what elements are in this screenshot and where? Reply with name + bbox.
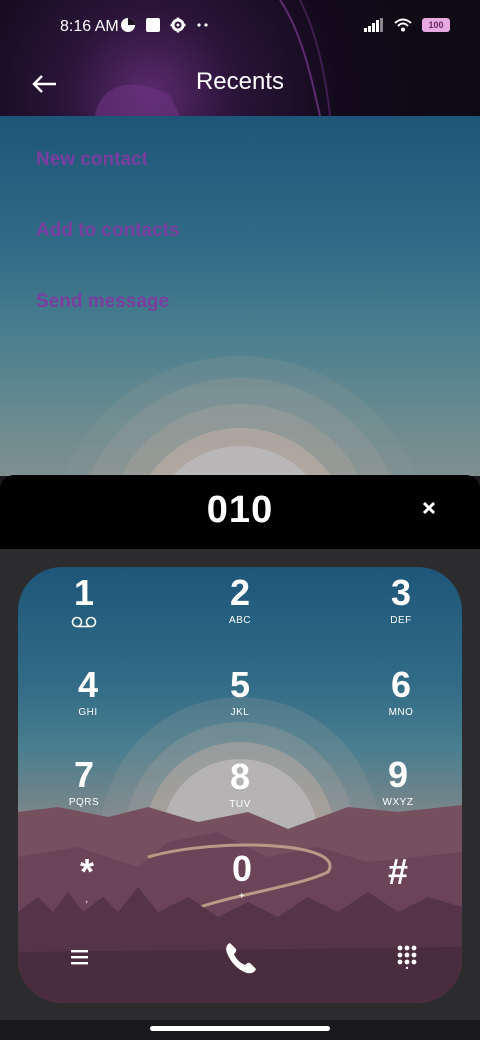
add-to-contacts-option[interactable]: Add to contacts [36, 220, 180, 242]
dialpad-button[interactable] [394, 943, 420, 970]
status-time: 8:16 AM [60, 18, 119, 35]
key-2[interactable]: 2 ABC [180, 573, 300, 657]
key-7[interactable]: 7 PQRS [24, 755, 144, 839]
dialed-number: 010 [206, 489, 274, 531]
key-letters: JKL [230, 707, 250, 718]
settings-gear-icon [170, 17, 186, 33]
key-letters: ABC [228, 615, 252, 626]
data-saver-icon [121, 18, 135, 32]
battery-icon: 100 [422, 18, 450, 32]
key-letters: PQRS [68, 797, 100, 808]
call-button[interactable] [221, 937, 261, 977]
key-5[interactable]: 5 JKL [180, 665, 300, 749]
key-digit: 5 [229, 664, 251, 705]
key-digit: 6 [390, 664, 412, 705]
key-digit: 3 [390, 572, 412, 613]
menu-icon [71, 950, 88, 965]
number-display-bar: 010 [0, 475, 480, 549]
key-letters: DEF [390, 615, 412, 626]
new-contact-option[interactable]: New contact [36, 149, 148, 171]
dial-keypad: 1 2 ABC 3 DEF 4 GHI 5 JKL 6 MNO 7 PQRS 8 [18, 567, 462, 1003]
key-digit: 4 [77, 664, 99, 705]
home-indicator[interactable] [150, 1026, 330, 1031]
key-0[interactable]: 0 + [182, 849, 302, 933]
menu-button[interactable] [68, 945, 92, 969]
key-hash[interactable]: # [338, 852, 458, 936]
clear-icon [422, 501, 436, 515]
key-digit: 7 [73, 754, 95, 795]
notification-square-icon [146, 18, 160, 32]
key-letters: + [238, 891, 246, 902]
status-bar: 8:16 AM 100 [0, 0, 480, 56]
header: Recents [0, 56, 480, 112]
dialpad-icon [397, 945, 417, 970]
wifi-icon [394, 18, 412, 32]
key-4[interactable]: 4 GHI [28, 665, 148, 749]
key-letters: , [85, 894, 89, 905]
key-digit: * [79, 851, 94, 892]
send-message-option[interactable]: Send message [36, 291, 169, 313]
key-digit: 9 [387, 754, 409, 795]
clear-button[interactable] [416, 495, 442, 521]
key-digit: # [387, 851, 409, 892]
key-3[interactable]: 3 DEF [341, 573, 461, 657]
key-digit: 1 [73, 572, 95, 613]
phone-icon [226, 943, 256, 974]
page-title: Recents [195, 68, 285, 95]
more-dots-icon [197, 23, 208, 27]
key-digit: 2 [229, 572, 251, 613]
key-9[interactable]: 9 WXYZ [338, 755, 458, 839]
key-letters: TUV [229, 799, 251, 810]
key-6[interactable]: 6 MNO [341, 665, 461, 749]
key-letters: MNO [388, 707, 414, 718]
signal-icon [364, 18, 383, 32]
key-1[interactable]: 1 [24, 573, 144, 657]
key-digit: 0 [231, 848, 253, 889]
dialer-screen: 8:16 AM 100 Recents New contact Add to c… [0, 0, 480, 1040]
key-star[interactable]: * , [27, 852, 147, 936]
voicemail-icon [71, 616, 97, 628]
key-letters: WXYZ [382, 797, 414, 808]
key-digit: 8 [229, 756, 251, 797]
key-letters: GHI [78, 707, 98, 718]
key-8[interactable]: 8 TUV [180, 757, 300, 841]
